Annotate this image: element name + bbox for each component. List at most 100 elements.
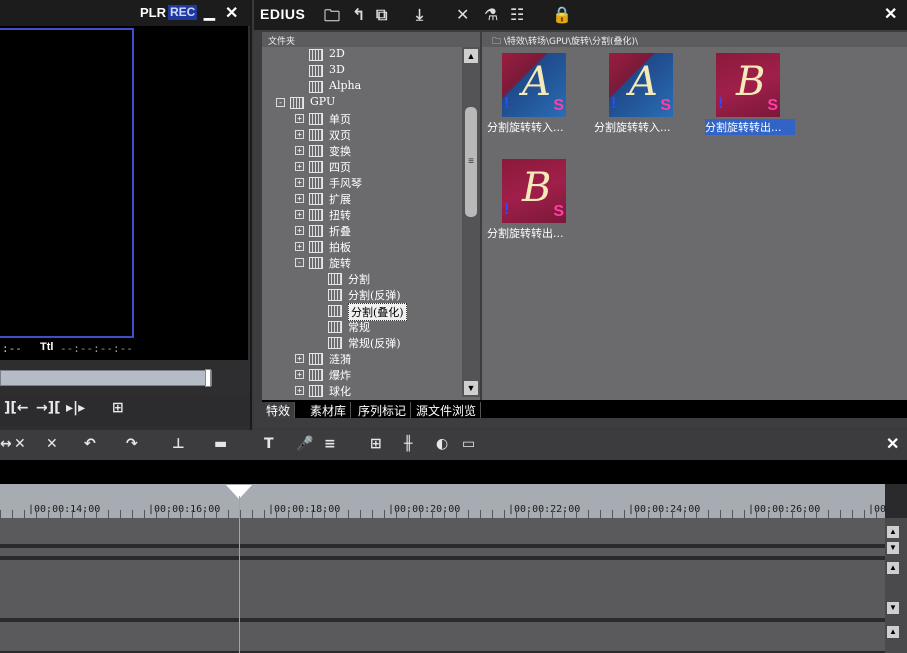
thumbnail-letter: B bbox=[522, 165, 552, 211]
expand-icon[interactable]: + bbox=[295, 146, 304, 155]
scroll-up-icon[interactable]: ▲ bbox=[464, 49, 478, 63]
timeline-track[interactable] bbox=[0, 622, 885, 653]
expand-icon[interactable]: + bbox=[295, 114, 304, 123]
close-icon[interactable]: ✕ bbox=[884, 4, 897, 24]
folder-icon bbox=[309, 129, 323, 141]
clip-item[interactable]: B! S 分割旋转转出... bbox=[701, 49, 811, 149]
layout-icon[interactable]: ▭ bbox=[462, 436, 475, 452]
scroll-down-icon[interactable]: ▼ bbox=[887, 542, 899, 554]
scroll-up-icon[interactable]: ▲ bbox=[887, 526, 899, 538]
thumbnail-letter: A bbox=[629, 59, 658, 105]
tree-item-label: 拍板 bbox=[329, 241, 351, 254]
copy-icon[interactable]: ⧉ bbox=[376, 5, 387, 25]
scroll-up-icon[interactable]: ▲ bbox=[887, 626, 899, 638]
current-path: \特效\转场\GPU\旋转\分割(叠化)\ bbox=[503, 37, 639, 47]
folder-header: 文件夹 bbox=[262, 32, 480, 47]
microphone-icon[interactable]: 🎤 bbox=[296, 436, 313, 452]
tab-3[interactable]: 源文件浏览 bbox=[412, 402, 482, 418]
tab-0[interactable]: 特效 bbox=[262, 402, 296, 418]
tree-item-label: GPU bbox=[310, 95, 336, 108]
expand-icon[interactable]: + bbox=[295, 162, 304, 171]
folder-tree: 2D 3D Alpha - GPU + 单页 + 双页 + 变换 + 四页 + 手风琴 + 扩展 + 扭转 + 折叠 + 拍… bbox=[262, 47, 462, 397]
render-icon[interactable]: ≡ bbox=[324, 436, 336, 452]
plr-mode-button[interactable]: PLR bbox=[140, 5, 166, 20]
expand-icon[interactable]: + bbox=[295, 226, 304, 235]
expand-icon[interactable]: + bbox=[295, 210, 304, 219]
timeline-window: ↔ ✕ ✕ ↶ ↷ ⊥ ▬ T 🎤 ≡ ⊞ ╫ ◐ ▭ ✕ |00:00:14:… bbox=[0, 430, 907, 653]
scroll-up-icon[interactable]: ▲ bbox=[887, 562, 899, 574]
scroll-down-icon[interactable]: ▼ bbox=[887, 602, 899, 614]
up-icon[interactable]: ↰ bbox=[352, 5, 365, 24]
scroll-down-icon[interactable]: ▼ bbox=[464, 381, 478, 395]
warning-icon: ! bbox=[611, 95, 617, 112]
redo-icon[interactable]: ↷ bbox=[126, 436, 138, 452]
ripple-delete-icon[interactable]: ✕ bbox=[46, 436, 58, 452]
insert-mode-icon[interactable]: ▸|▸ bbox=[66, 400, 85, 416]
transition-icon[interactable]: ▬ bbox=[214, 436, 227, 452]
undo-icon[interactable]: ↶ bbox=[84, 436, 96, 452]
delete-clip-icon[interactable]: ✕ bbox=[14, 436, 26, 452]
expand-icon[interactable]: + bbox=[295, 194, 304, 203]
safe-area-frame bbox=[0, 28, 134, 338]
overwrite-mode-icon[interactable]: ⊞ bbox=[112, 400, 124, 416]
edius-workspace: PLR REC ▁ ✕ :-- Ttl --:--:--:-- ][← →][ … bbox=[0, 0, 907, 653]
tree-item-label: 分割 bbox=[348, 273, 370, 286]
view-icon[interactable]: ☷ bbox=[510, 5, 524, 24]
tree-item-label: 双页 bbox=[329, 129, 351, 142]
properties-icon[interactable]: ⚗ bbox=[484, 5, 498, 24]
tree-scrollbar[interactable] bbox=[462, 47, 480, 397]
tab-1[interactable]: 素材库 bbox=[306, 402, 352, 418]
folder-icon bbox=[309, 113, 323, 125]
expand-icon[interactable]: + bbox=[295, 370, 304, 379]
tree-item-label: 常规 bbox=[348, 321, 370, 334]
tree-item-label: 单页 bbox=[329, 113, 351, 126]
collapse-icon[interactable]: - bbox=[295, 258, 304, 267]
clip-label: 分割旋转转出... bbox=[705, 119, 795, 135]
ripple-icon[interactable]: ↔ bbox=[0, 436, 12, 452]
add-cut-icon[interactable]: ⊥ bbox=[172, 436, 185, 452]
folder-icon bbox=[309, 225, 323, 237]
expand-icon[interactable]: + bbox=[295, 130, 304, 139]
tree-item-label: 涟漪 bbox=[329, 353, 351, 366]
close-icon[interactable]: ✕ bbox=[225, 3, 238, 23]
title-icon[interactable]: T bbox=[264, 436, 274, 452]
set-out-icon[interactable]: →][ bbox=[36, 400, 61, 416]
gpu-badge-icon: S bbox=[767, 97, 778, 114]
mixer-icon[interactable]: ╫ bbox=[404, 436, 412, 452]
color-icon[interactable]: ◐ bbox=[436, 436, 448, 452]
expand-icon[interactable]: + bbox=[295, 354, 304, 363]
player-position-slider[interactable] bbox=[0, 370, 212, 386]
set-in-icon[interactable]: ][← bbox=[4, 400, 29, 416]
folder-icon[interactable]: 🗀 bbox=[324, 5, 340, 32]
clip-item[interactable]: A! S 分割旋转转入... bbox=[594, 49, 704, 149]
ttl-label: Ttl bbox=[40, 341, 54, 353]
delete-icon[interactable]: ✕ bbox=[456, 5, 469, 24]
rec-mode-button[interactable]: REC bbox=[168, 5, 198, 20]
tab-2[interactable]: 序列标记 bbox=[354, 402, 412, 418]
scroll-thumb[interactable]: ≡ bbox=[465, 107, 477, 217]
clip-label: 分割旋转转入... bbox=[594, 121, 671, 134]
slider-thumb[interactable] bbox=[205, 369, 211, 387]
timecode-row: :-- Ttl --:--:--:-- bbox=[0, 340, 248, 360]
expand-icon[interactable]: + bbox=[295, 242, 304, 251]
collapse-icon[interactable]: - bbox=[276, 98, 285, 107]
tree-item-label: 扭转 bbox=[329, 209, 351, 222]
timeline-track[interactable] bbox=[0, 548, 885, 558]
tree-item-label: 扩展 bbox=[329, 193, 351, 206]
preview-monitor bbox=[0, 26, 248, 360]
clip-view: A! S 分割旋转转入... A! S 分割旋转转入... B! S 分割旋转转出... B! S 分… bbox=[482, 47, 907, 400]
expand-icon[interactable]: + bbox=[295, 386, 304, 395]
timeline-track[interactable] bbox=[0, 560, 885, 620]
minimize-icon[interactable]: ▁ bbox=[204, 4, 215, 21]
gpu-badge-icon: S bbox=[660, 97, 671, 114]
clip-item[interactable]: B! S 分割旋转转出... bbox=[487, 155, 597, 255]
close-icon[interactable]: ✕ bbox=[886, 434, 899, 454]
grid-icon[interactable]: ⊞ bbox=[370, 436, 382, 452]
clip-thumbnail: A! S bbox=[609, 53, 673, 117]
lock-icon[interactable]: 🔒 bbox=[552, 5, 572, 24]
clip-item[interactable]: A! S 分割旋转转入... bbox=[487, 49, 597, 149]
expand-icon[interactable]: + bbox=[295, 178, 304, 187]
timeline-track[interactable] bbox=[0, 518, 885, 546]
import-icon[interactable]: ⤓ bbox=[416, 5, 423, 25]
folder-icon bbox=[309, 241, 323, 253]
